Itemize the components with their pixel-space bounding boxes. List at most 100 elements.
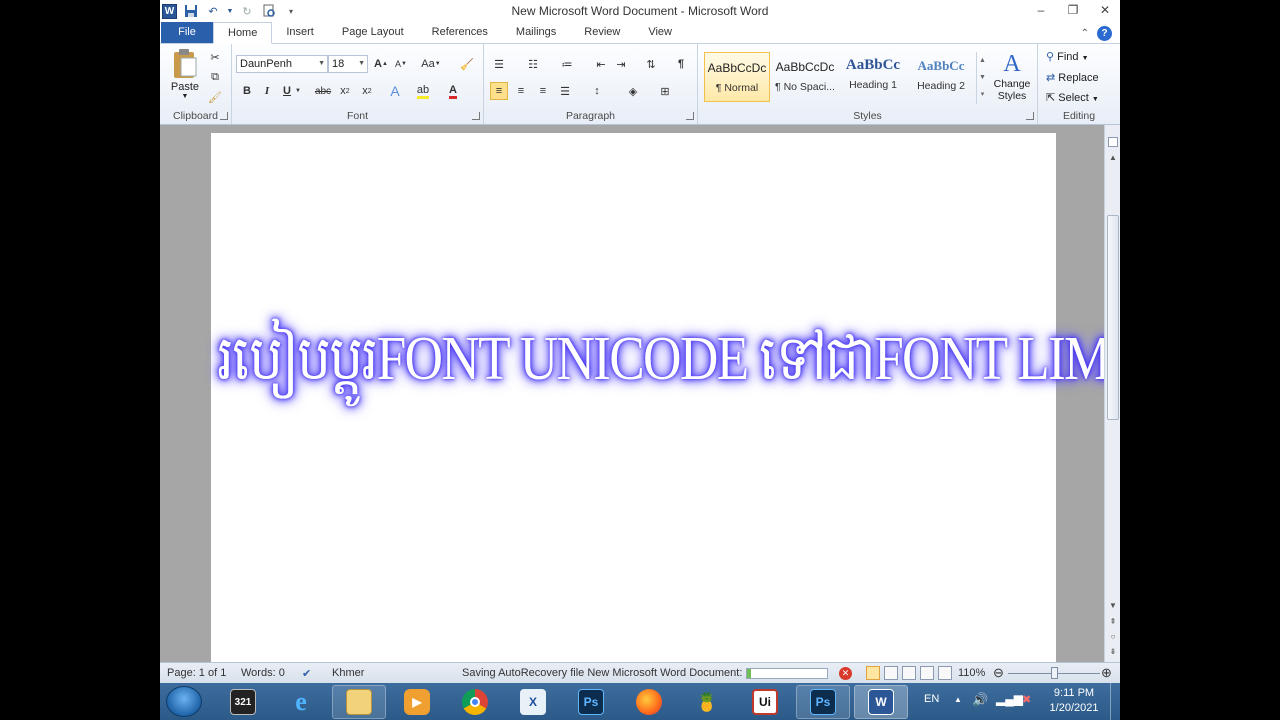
web-layout-icon[interactable]	[902, 666, 916, 680]
browse-object-icon[interactable]: ○	[1108, 632, 1118, 642]
previous-page-icon[interactable]: ⇞	[1108, 617, 1118, 627]
tab-home[interactable]: Home	[213, 22, 273, 44]
start-button[interactable]	[166, 686, 202, 717]
cancel-save-icon[interactable]: ✕	[839, 667, 852, 680]
next-page-icon[interactable]: ⇟	[1108, 647, 1118, 657]
print-preview-icon[interactable]	[261, 3, 277, 19]
undo-dropdown-icon[interactable]: ▼	[227, 3, 234, 19]
scroll-thumb[interactable]	[1107, 215, 1119, 420]
action-center-icon[interactable]: ✖	[1022, 693, 1031, 706]
italic-icon[interactable]: I	[258, 82, 276, 100]
style-normal[interactable]: AaBbCcDc ¶ Normal	[704, 52, 770, 102]
network-icon[interactable]: ▂▄▆	[996, 692, 1023, 706]
align-center-icon[interactable]: ≡	[512, 82, 530, 100]
style-heading-2[interactable]: AaBbCc Heading 2	[908, 52, 974, 102]
change-styles-button[interactable]: A Change Styles	[990, 50, 1034, 110]
cut-icon[interactable]: ✂	[206, 48, 224, 66]
tab-file[interactable]: File	[161, 22, 213, 43]
text-effects-icon[interactable]: A	[386, 82, 404, 100]
grow-font-icon[interactable]: A ▲	[372, 55, 390, 73]
multilevel-list-icon[interactable]: ≔	[558, 55, 576, 73]
line-spacing-icon[interactable]: ↕	[588, 82, 606, 100]
styles-scroll[interactable]: ▲ ▼ ▾	[976, 52, 988, 104]
unikey-app[interactable]: Ui	[738, 685, 792, 719]
zoom-in-icon[interactable]: ⊕	[1101, 665, 1112, 681]
undo-icon[interactable]: ↶	[205, 3, 221, 19]
style-heading-1[interactable]: AaBbCс Heading 1	[840, 52, 906, 102]
show-hidden-icons[interactable]: ▲	[954, 695, 962, 704]
show-formatting-icon[interactable]: ¶	[672, 55, 690, 73]
format-painter-icon[interactable]: 🖌	[206, 88, 224, 106]
sort-icon[interactable]: ⇅	[642, 55, 660, 73]
scroll-down-icon[interactable]: ▼	[1108, 601, 1118, 611]
shrink-font-icon[interactable]: A ▼	[392, 55, 410, 73]
word-count[interactable]: Words: 0	[241, 667, 285, 679]
word-app[interactable]: W	[854, 685, 908, 719]
word-logo-icon[interactable]: W	[162, 3, 177, 19]
tab-references[interactable]: References	[418, 22, 502, 43]
bold-icon[interactable]: B	[238, 82, 256, 100]
align-right-icon[interactable]: ≡	[534, 82, 552, 100]
show-desktop-button[interactable]	[1110, 683, 1120, 720]
close-button[interactable]: ✕	[1096, 2, 1114, 18]
vertical-scrollbar[interactable]: ▲ ▼ ⇞ ○ ⇟	[1104, 125, 1120, 662]
document-heading[interactable]: របៀបប្ដូរFONT UNICODE ទៅជាFONT LIMON	[217, 319, 1120, 410]
select-button[interactable]: ⇱ Select ▼	[1046, 91, 1099, 104]
numbering-icon[interactable]: ☷	[524, 55, 542, 73]
superscript-icon[interactable]: x2	[358, 82, 376, 100]
copy-icon[interactable]: ⧉	[206, 68, 224, 86]
full-screen-reading-icon[interactable]	[884, 666, 898, 680]
xilisoft-app[interactable]: X	[506, 685, 560, 719]
fruit-app[interactable]: 🍍	[680, 685, 734, 719]
tab-page-layout[interactable]: Page Layout	[328, 22, 418, 43]
align-left-icon[interactable]: ≡	[490, 82, 508, 100]
clock[interactable]: 9:11 PM 1/20/2021	[1046, 687, 1102, 714]
photoshop-app[interactable]: Ps	[564, 685, 618, 719]
tab-view[interactable]: View	[634, 22, 686, 43]
zoom-thumb[interactable]	[1051, 667, 1058, 679]
help-icon[interactable]: ?	[1097, 26, 1112, 41]
zoom-level[interactable]: 110%	[958, 667, 985, 679]
justify-icon[interactable]: ☰	[556, 82, 574, 100]
customize-qa-icon[interactable]: ▾	[283, 3, 299, 19]
internet-explorer-app[interactable]: e	[274, 685, 328, 719]
scroll-up-icon[interactable]: ▲	[1108, 153, 1118, 163]
proofing-icon[interactable]: ✔	[302, 667, 311, 680]
decrease-indent-icon[interactable]: ⇤	[592, 55, 610, 73]
outline-view-icon[interactable]	[920, 666, 934, 680]
media-player-app[interactable]: ▶	[390, 685, 444, 719]
chrome-app[interactable]	[448, 685, 502, 719]
language-bar[interactable]: EN	[924, 693, 939, 705]
minimize-ribbon-icon[interactable]: ⌃	[1081, 28, 1089, 39]
clipboard-launcher-icon[interactable]	[220, 112, 228, 120]
volume-icon[interactable]: 🔊	[972, 692, 988, 708]
font-name-select[interactable]: DaunPenh ▼	[236, 55, 328, 73]
print-layout-icon[interactable]	[866, 666, 880, 680]
paragraph-launcher-icon[interactable]	[686, 112, 694, 120]
bullets-icon[interactable]: ☰	[490, 55, 508, 73]
minimize-button[interactable]: –	[1032, 2, 1050, 18]
strikethrough-icon[interactable]: abc	[314, 82, 332, 100]
save-icon[interactable]	[183, 3, 199, 19]
zoom-out-icon[interactable]: ⊖	[993, 665, 1004, 681]
file-explorer-app[interactable]	[332, 685, 386, 719]
ruler-toggle-icon[interactable]	[1108, 137, 1118, 147]
increase-indent-icon[interactable]: ⇥	[612, 55, 630, 73]
language-indicator[interactable]: Khmer	[332, 667, 364, 679]
page-count[interactable]: Page: 1 of 1	[167, 667, 226, 679]
tab-insert[interactable]: Insert	[272, 22, 328, 43]
style-no-spacing[interactable]: AaBbCcDc ¶ No Spaci...	[772, 52, 838, 102]
styles-launcher-icon[interactable]	[1026, 112, 1034, 120]
font-color-icon[interactable]: A	[444, 82, 462, 100]
borders-icon[interactable]: ⊞	[656, 82, 674, 100]
clear-formatting-icon[interactable]: 🧹	[458, 55, 476, 73]
find-button[interactable]: ⚲ Find ▼	[1046, 50, 1089, 63]
change-case-button[interactable]: Aa ▼	[418, 55, 444, 73]
shading-icon[interactable]: ◈	[624, 82, 642, 100]
paste-button[interactable]: Paste ▼	[168, 48, 202, 106]
tab-mailings[interactable]: Mailings	[502, 22, 570, 43]
321-player-app[interactable]: 321	[216, 685, 270, 719]
tab-review[interactable]: Review	[570, 22, 634, 43]
firefox-app[interactable]	[622, 685, 676, 719]
redo-icon[interactable]: ↻	[239, 3, 255, 19]
